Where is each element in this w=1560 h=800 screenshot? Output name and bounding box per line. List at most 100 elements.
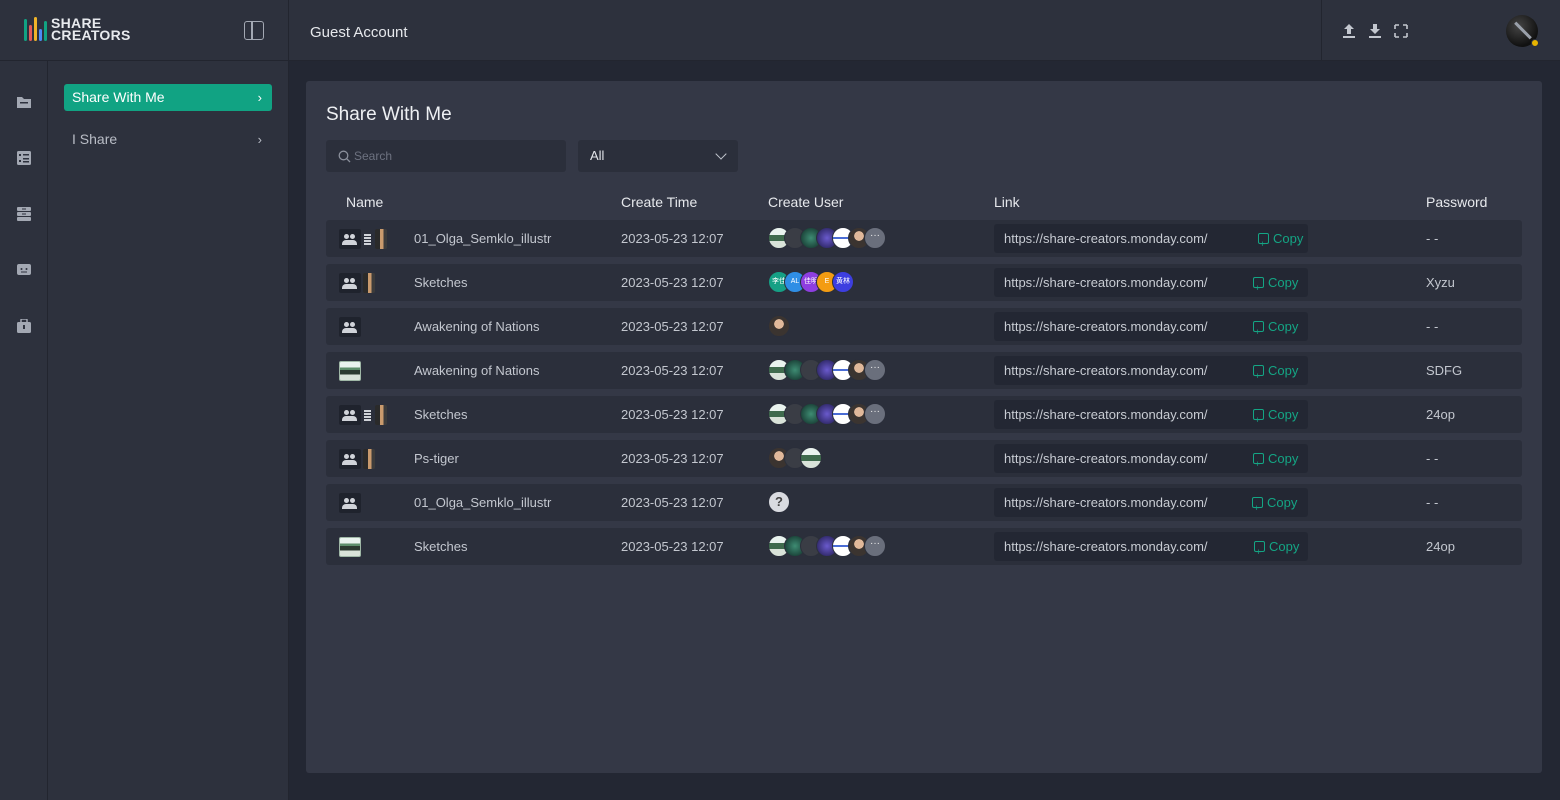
column-header-create-time[interactable]: Create Time (621, 194, 697, 210)
search-icon (338, 150, 351, 163)
row-password: - - (1426, 231, 1439, 246)
row-create-time: 2023-05-23 12:07 (621, 231, 724, 246)
share-link[interactable]: https://share-creators.monday.com/ (1004, 532, 1208, 561)
share-link[interactable]: https://share-creators.monday.com/ (1004, 224, 1208, 253)
share-list-card: Share With Me All Name Create Time Creat… (306, 81, 1542, 773)
artwork-thumbnail (363, 449, 375, 469)
row-name[interactable]: Awakening of Nations (414, 308, 540, 345)
link-field: https://share-creators.monday.com/ Copy (994, 444, 1308, 479)
table-row[interactable]: Sketches 2023-05-23 12:07 李佳 AL 佳明 E 黄林 … (326, 264, 1522, 303)
create-user-avatars: ··· (768, 227, 886, 251)
create-user-avatars: ··· (768, 403, 886, 427)
file-thumbnails (339, 317, 361, 337)
copy-button[interactable]: Copy (1252, 488, 1297, 523)
status-dot (1531, 39, 1539, 47)
table-row[interactable]: Awakening of Nations 2023-05-23 12:07 ··… (326, 352, 1522, 391)
artwork-thumbnail (375, 405, 387, 425)
share-link[interactable]: https://share-creators.monday.com/ (1004, 444, 1208, 473)
share-link[interactable]: https://share-creators.monday.com/ (1004, 268, 1208, 297)
file-thumbnails (339, 405, 387, 425)
row-name[interactable]: Sketches (414, 396, 467, 433)
copy-icon (1253, 406, 1264, 435)
logo-text: SHARE CREATORS (51, 15, 131, 43)
row-name[interactable]: 01_Olga_Semklo_illustr (414, 484, 551, 521)
file-thumbnails (339, 273, 375, 293)
link-field: https://share-creators.monday.com/ Copy (994, 400, 1308, 435)
table-row[interactable]: Awakening of Nations 2023-05-23 12:07 ht… (326, 308, 1522, 347)
share-link[interactable]: https://share-creators.monday.com/ (1004, 312, 1208, 341)
card-title: Share With Me (326, 104, 452, 125)
share-link[interactable]: https://share-creators.monday.com/ (1004, 400, 1208, 429)
row-create-time: 2023-05-23 12:07 (621, 539, 724, 554)
copy-label: Copy (1268, 275, 1299, 290)
link-field: https://share-creators.monday.com/ Copy (994, 356, 1308, 391)
column-header-link[interactable]: Link (994, 194, 1020, 210)
unknown-user-icon[interactable]: ? (768, 491, 790, 513)
filter-value: All (590, 148, 605, 163)
table-row[interactable]: Sketches 2023-05-23 12:07 ··· https://sh… (326, 396, 1522, 435)
create-user-avatars: 李佳 AL 佳明 E 黄林 (768, 271, 854, 295)
copy-icon (1254, 538, 1265, 567)
search-input[interactable] (326, 140, 566, 172)
user-avatar[interactable] (1506, 15, 1539, 47)
file-thumbnails (339, 229, 387, 249)
copy-button[interactable]: Copy (1253, 312, 1299, 347)
fullscreen-icon[interactable] (1393, 22, 1409, 40)
more-users-icon[interactable]: ··· (864, 403, 886, 425)
avatar[interactable]: 黄林 (832, 271, 854, 293)
photo-thumbnail (339, 537, 361, 557)
briefcase-icon[interactable] (16, 319, 32, 333)
copy-button[interactable]: Copy (1253, 268, 1299, 303)
copy-button[interactable]: Copy (1253, 444, 1298, 479)
copy-button[interactable]: Copy (1253, 400, 1298, 435)
table-row[interactable]: Sketches 2023-05-23 12:07 ··· https://sh… (326, 528, 1522, 567)
logo-area: SHARE CREATORS (0, 0, 289, 61)
checklist-icon[interactable] (16, 151, 32, 165)
share-link[interactable]: https://share-creators.monday.com/ (1004, 488, 1208, 517)
copy-icon (1253, 318, 1264, 347)
copy-button[interactable]: Copy (1258, 224, 1303, 259)
copy-button[interactable]: Copy (1253, 356, 1298, 391)
table-row[interactable]: 01_Olga_Semklo_illustr 2023-05-23 12:07 … (326, 484, 1522, 523)
app-logo[interactable]: SHARE CREATORS (24, 15, 131, 43)
share-link[interactable]: https://share-creators.monday.com/ (1004, 356, 1208, 385)
download-icon[interactable] (1367, 22, 1383, 40)
upload-icon[interactable] (1341, 22, 1357, 40)
row-create-time: 2023-05-23 12:07 (621, 363, 724, 378)
filter-select[interactable]: All (578, 140, 738, 172)
column-header-name[interactable]: Name (346, 194, 383, 210)
chevron-down-icon (715, 148, 727, 160)
copy-button[interactable]: Copy (1254, 532, 1300, 567)
row-create-time: 2023-05-23 12:07 (621, 495, 724, 510)
row-password: SDFG (1426, 363, 1463, 378)
copy-label: Copy (1268, 319, 1299, 334)
avatar[interactable] (800, 447, 822, 469)
more-users-icon[interactable]: ··· (864, 359, 886, 381)
sidebar-toggle-icon[interactable] (244, 21, 264, 40)
table-row[interactable]: Ps-tiger 2023-05-23 12:07 https://share-… (326, 440, 1522, 479)
column-header-create-user[interactable]: Create User (768, 194, 843, 210)
row-password: - - (1426, 495, 1439, 510)
row-name[interactable]: Ps-tiger (414, 440, 459, 477)
folder-icon[interactable] (16, 95, 32, 109)
row-name[interactable]: Sketches (414, 528, 467, 565)
group-icon (339, 405, 361, 425)
photo-thumbnail (339, 361, 361, 381)
chat-icon[interactable] (16, 263, 32, 277)
nav-item-share-with-me[interactable]: Share With Me › (64, 84, 272, 111)
avatar[interactable] (768, 315, 790, 337)
table-row[interactable]: 01_Olga_Semklo_illustr 2023-05-23 12:07 … (326, 220, 1522, 259)
page-title: Guest Account (310, 24, 408, 41)
nav-item-i-share[interactable]: I Share › (64, 126, 272, 153)
row-name[interactable]: 01_Olga_Semklo_illustr (414, 220, 551, 257)
copy-label: Copy (1269, 539, 1300, 554)
row-name[interactable]: Sketches (414, 264, 467, 301)
row-name[interactable]: Awakening of Nations (414, 352, 540, 389)
column-header-password[interactable]: Password (1426, 194, 1487, 210)
more-users-icon[interactable]: ··· (864, 535, 886, 557)
copy-icon (1253, 274, 1264, 303)
storage-icon[interactable] (16, 207, 32, 221)
row-password: 24op (1426, 407, 1455, 422)
more-users-icon[interactable]: ··· (864, 227, 886, 249)
copy-icon (1253, 450, 1264, 479)
